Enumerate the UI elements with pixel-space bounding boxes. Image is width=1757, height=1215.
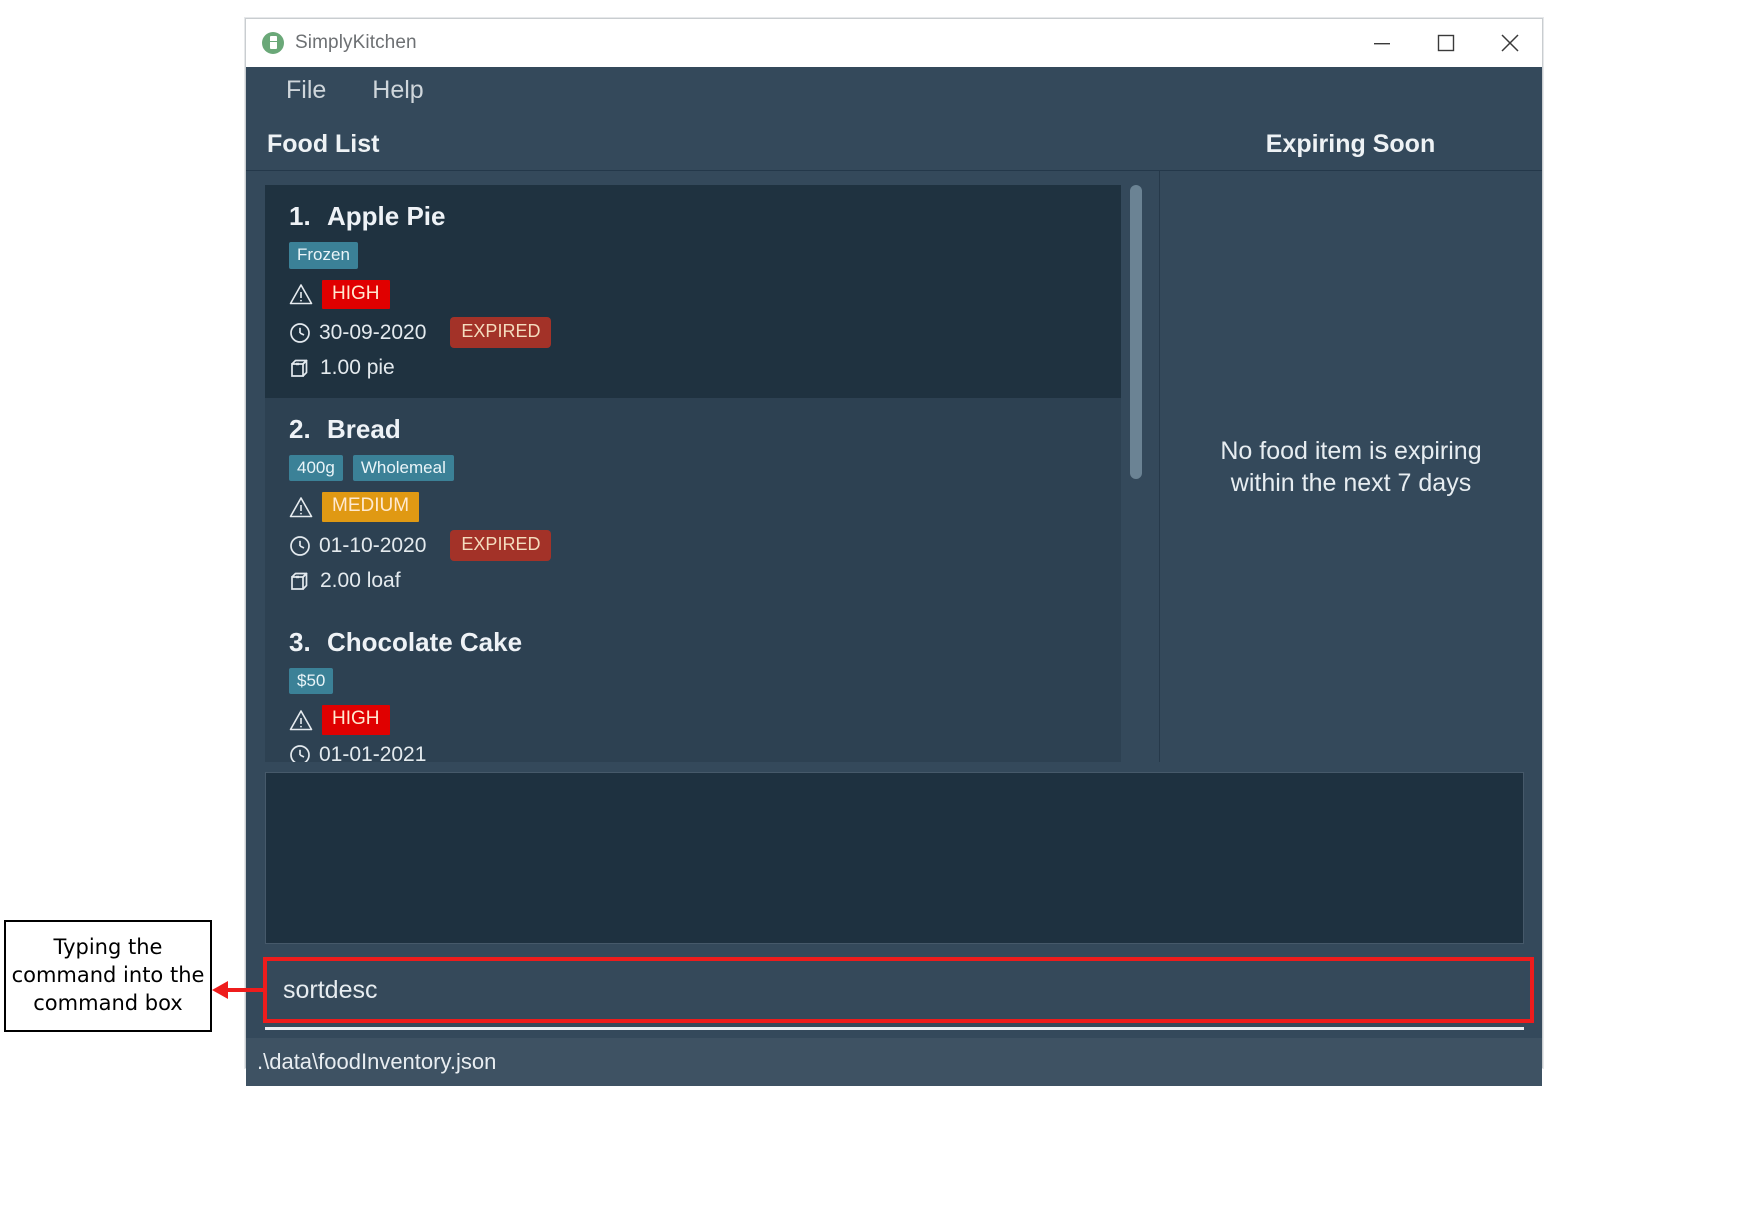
food-date-row: 30-09-2020 EXPIRED [289,317,1121,348]
food-tag: 400g [289,454,343,482]
food-priority-row: HIGH [289,279,1121,310]
expiry-date: 01-10-2020 [319,533,427,557]
food-list-viewport[interactable]: 1. Apple Pie Frozen HIGH 30-09-2020 EXPI… [265,185,1121,762]
food-tag: $50 [289,667,334,695]
food-title: 3. Chocolate Cake [289,627,1121,658]
food-list-item[interactable]: 3. Chocolate Cake $50 HIGH 01-01-2021 [265,610,1121,762]
priority-badge: HIGH [322,279,390,310]
food-quantity: 1.00 pie [320,355,395,379]
status-bar: .\data\foodInventory.json [246,1038,1542,1086]
command-input-value: sortdesc [283,976,378,1004]
result-area [246,762,1542,950]
expiring-soon-panel: No food item is expiring within the next… [1160,171,1542,762]
close-icon [1501,34,1519,52]
maximize-button[interactable] [1414,19,1478,67]
food-name: Chocolate Cake [327,626,523,657]
food-priority-row: HIGH [289,705,1121,736]
expired-badge: EXPIRED [450,317,552,348]
annotation-callout: Typing the command into the command box [4,920,212,1032]
warning-icon [289,284,313,305]
priority-badge: HIGH [322,705,390,736]
main-panels: 1. Apple Pie Frozen HIGH 30-09-2020 EXPI… [246,171,1542,762]
panel-headers: Food List Expiring Soon [246,119,1542,171]
title-bar: SimplyKitchen [246,19,1542,67]
screenshot-root: SimplyKitchen File Help Food List Expiri… [0,0,1757,1215]
food-list-panel: 1. Apple Pie Frozen HIGH 30-09-2020 EXPI… [246,171,1159,762]
window-controls [1350,19,1542,67]
box-icon [291,572,308,590]
food-list-item[interactable]: 1. Apple Pie Frozen HIGH 30-09-2020 EXPI… [265,185,1121,398]
food-tags: $50 [289,667,1121,695]
expiring-soon-header: Expiring Soon [1265,130,1436,158]
app-fridge-icon [262,31,284,54]
food-tag: Wholemeal [352,454,454,482]
expired-badge: EXPIRED [450,530,552,561]
food-tags: Frozen [289,242,1121,269]
menu-bar: File Help [246,67,1542,119]
expiry-date: 01-01-2021 [319,743,427,762]
food-tags: 400g Wholemeal [289,454,1121,482]
annotation-arrow-icon [212,981,264,999]
minimize-icon [1374,43,1390,45]
food-date-row: 01-01-2021 [289,743,1121,762]
box-icon [291,359,308,377]
food-quantity-row: 2.00 loaf [289,569,1121,593]
expiring-soon-empty-message: No food item is expiring within the next… [1220,436,1482,497]
scrollbar-thumb[interactable] [1130,185,1142,479]
command-area: sortdesc [246,950,1542,1038]
status-bar-file-path: .\data\foodInventory.json [257,1049,497,1074]
food-index: 1. [289,201,311,231]
menu-item-help[interactable]: Help [354,75,441,111]
food-tag: Frozen [289,242,358,269]
warning-icon [289,497,313,518]
close-button[interactable] [1478,19,1542,67]
priority-badge: MEDIUM [322,492,420,523]
clock-icon [290,745,310,762]
expiry-date: 30-09-2020 [319,320,427,344]
food-title: 1. Apple Pie [289,201,1121,232]
food-date-row: 01-10-2020 EXPIRED [289,530,1121,561]
maximize-icon [1437,34,1455,52]
application-window: SimplyKitchen File Help Food List Expiri… [245,18,1543,1086]
clock-icon [290,535,310,556]
food-quantity: 2.00 loaf [320,568,401,592]
food-priority-row: MEDIUM [289,492,1121,523]
result-display [265,772,1524,944]
food-name: Bread [327,413,401,444]
food-title: 2. Bread [289,414,1121,445]
command-input[interactable]: sortdesc [265,954,1524,1030]
warning-icon [289,710,313,731]
minimize-button[interactable] [1350,19,1414,67]
annotation-text: Typing the command into the command box [11,935,205,1015]
food-index: 3. [289,626,311,657]
menu-item-file[interactable]: File [268,75,344,111]
food-list-scrollbar[interactable] [1130,185,1142,762]
food-index: 2. [289,413,311,444]
food-name: Apple Pie [327,201,446,231]
food-quantity-row: 1.00 pie [289,356,1121,380]
food-list-item[interactable]: 2. Bread 400g Wholemeal MEDIUM 01-10-202… [265,397,1121,611]
window-title: SimplyKitchen [295,31,417,53]
food-list-header: Food List [267,130,380,158]
clock-icon [290,322,310,343]
